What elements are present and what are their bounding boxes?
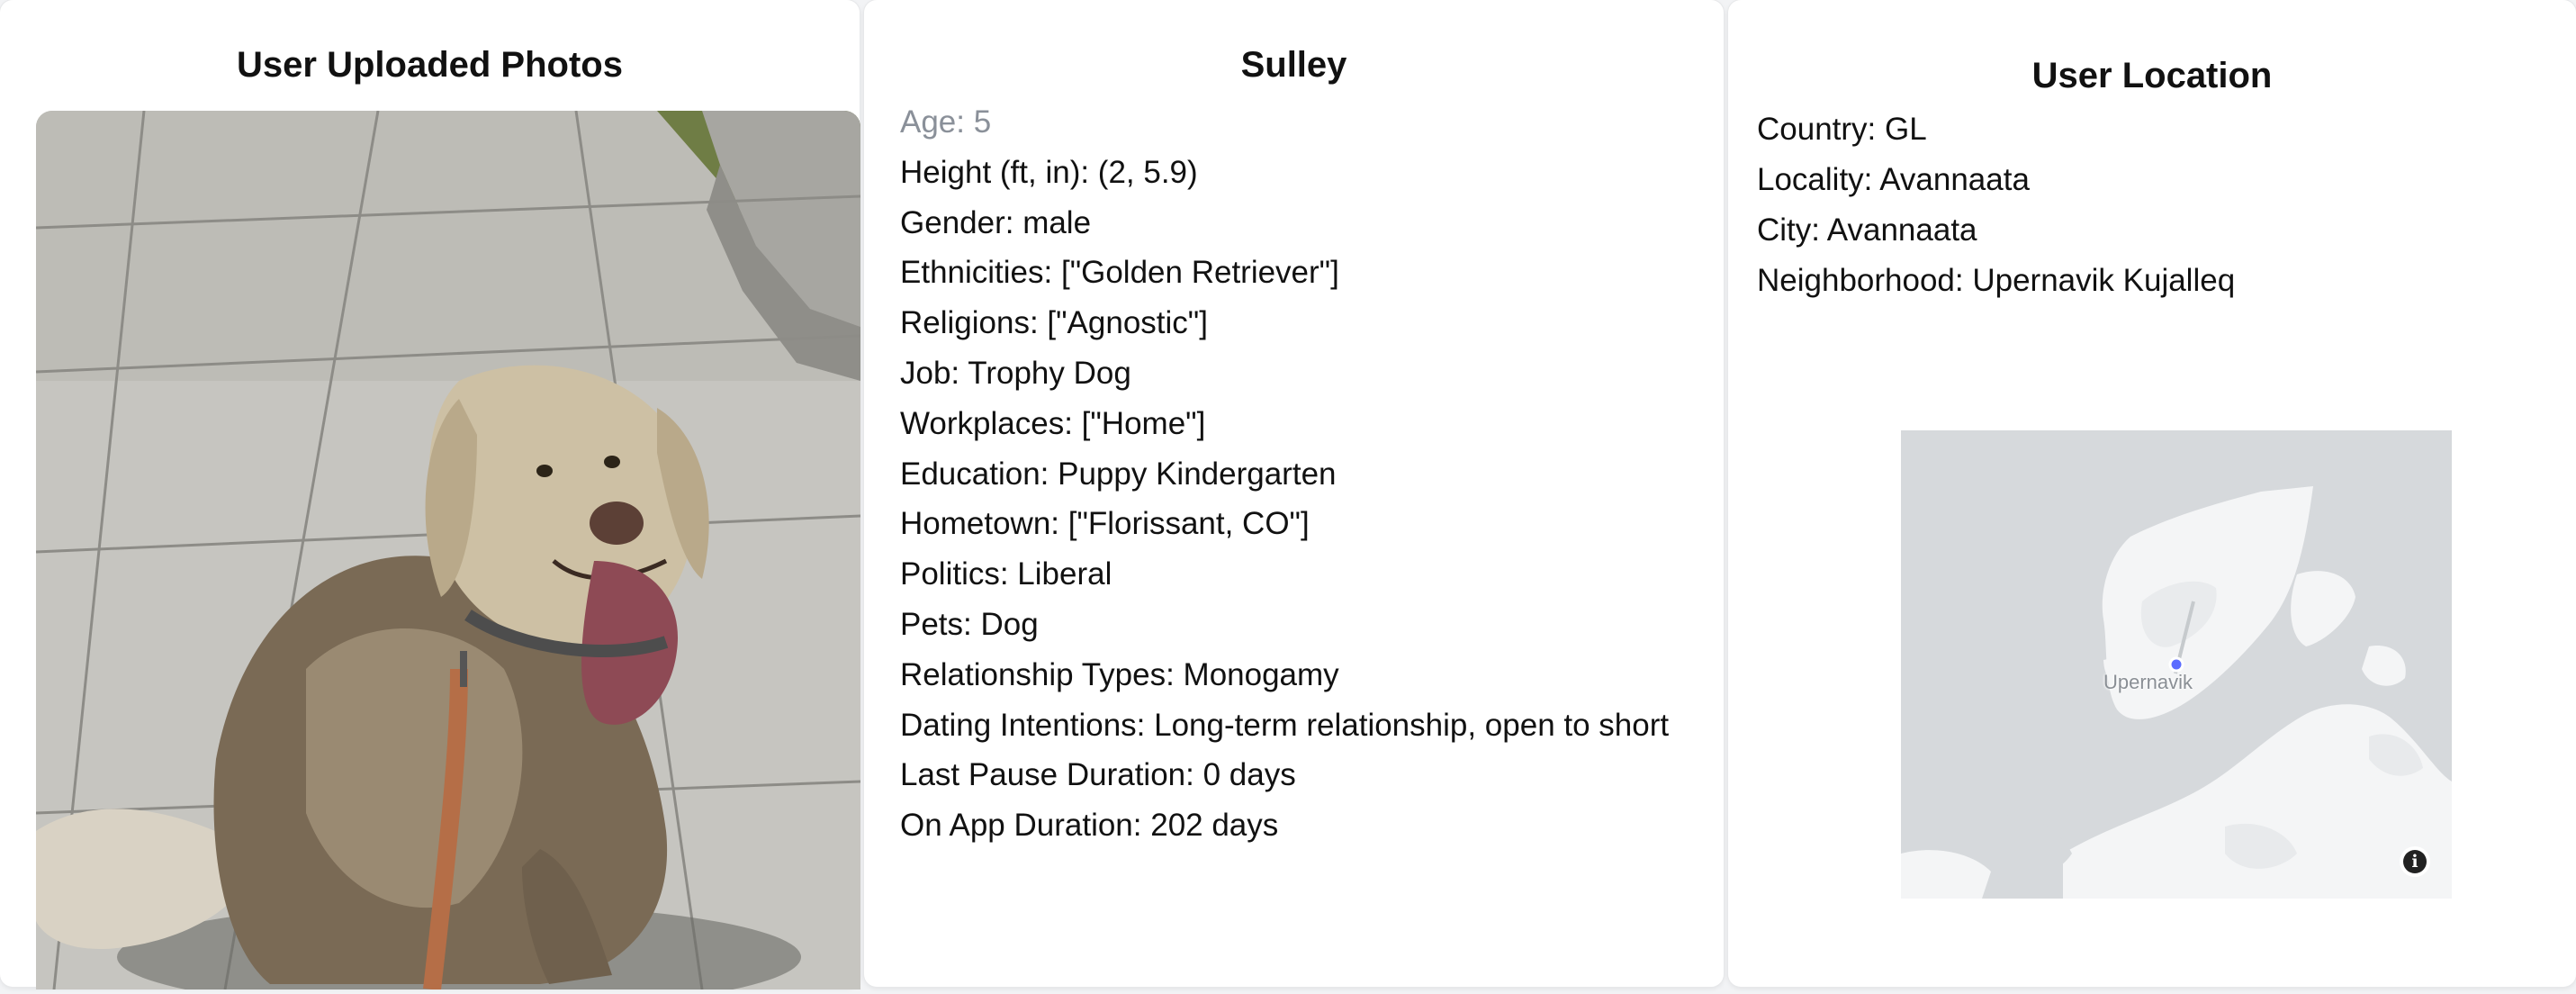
location-map[interactable]: Upernavik i [1901, 430, 2452, 899]
profile-field-dating-intentions: Dating Intentions: Long-term relationshi… [900, 707, 1670, 743]
profile-field-last-pause-duration: Last Pause Duration: 0 days [900, 757, 1296, 793]
location-field-country: Country: GL [1757, 112, 1927, 147]
profile-name: Sulley [1240, 45, 1347, 85]
map-info-button[interactable]: i [2400, 846, 2430, 877]
profile-field-politics: Politics: Liberal [900, 556, 1112, 592]
profile-field-job: Job: Trophy Dog [900, 355, 1131, 391]
profile-field-workplaces: Workplaces: ["Home"] [900, 405, 1206, 441]
map-place-label: Upernavik [2103, 671, 2193, 693]
location-field-neighborhood: Neighborhood: Upernavik Kujalleq [1757, 263, 2236, 298]
profile-field-age: Age: 5 [900, 104, 992, 140]
location-panel: User Location Country: GL Locality: Avan… [1728, 0, 2576, 987]
profile-fields: Age: 5 Height (ft, in): (2, 5.9) Gender:… [900, 97, 1669, 851]
location-field-city: City: Avannaata [1757, 212, 1977, 248]
location-field-locality: Locality: Avannaata [1757, 162, 2030, 197]
info-icon: i [2403, 850, 2427, 873]
photos-panel-title: User Uploaded Photos [237, 45, 623, 85]
profile-panel: Sulley Age: 5 Height (ft, in): (2, 5.9) … [864, 0, 1724, 987]
photos-panel: User Uploaded Photos [0, 0, 860, 989]
profile-field-relationship-types: Relationship Types: Monogamy [900, 656, 1339, 692]
profile-field-hometown: Hometown: ["Florissant, CO"] [900, 506, 1310, 542]
profile-field-education: Education: Puppy Kindergarten [900, 456, 1337, 492]
profile-field-height: Height (ft, in): (2, 5.9) [900, 154, 1198, 190]
profile-field-religions: Religions: ["Agnostic"] [900, 305, 1208, 341]
profile-field-pets: Pets: Dog [900, 606, 1039, 642]
profile-field-gender: Gender: male [900, 204, 1092, 240]
location-fields: Country: GL Locality: Avannaata City: Av… [1757, 104, 2235, 306]
user-photo[interactable] [36, 111, 860, 989]
profile-field-ethnicities: Ethnicities: ["Golden Retriever"] [900, 255, 1339, 291]
profile-field-on-app-duration: On App Duration: 202 days [900, 808, 1279, 844]
location-panel-title: User Location [2031, 56, 2273, 95]
